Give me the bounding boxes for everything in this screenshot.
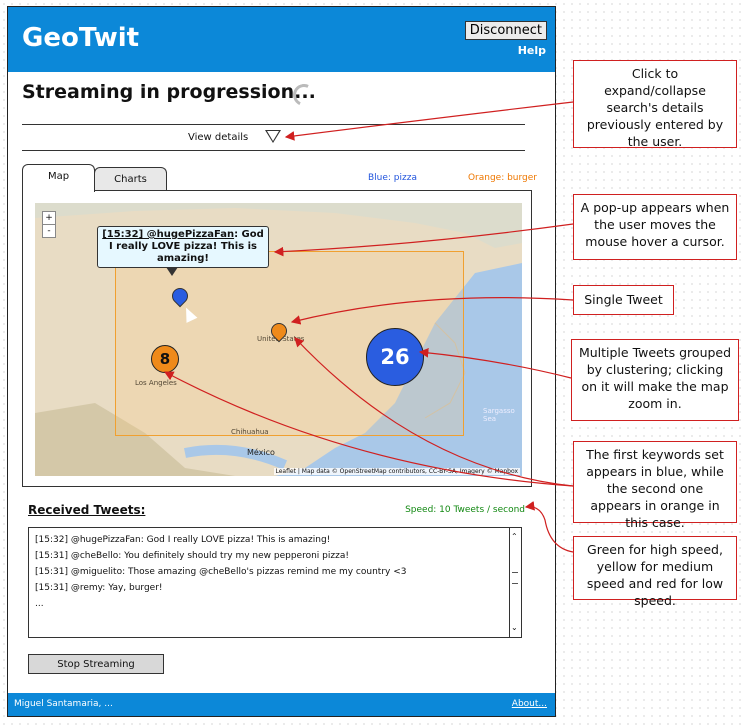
map-panel: United States Chihuahua México Los Angel…	[22, 190, 532, 487]
header-bar: GeoTwit Disconnect Help	[8, 7, 555, 72]
note-single-tweet: Single Tweet	[573, 285, 674, 315]
blue-cluster[interactable]: 26	[366, 328, 424, 386]
footer-author: Miguel Santamaria, ...	[14, 699, 113, 709]
tab-map[interactable]: Map	[22, 164, 95, 192]
note-speed-colors: Green for high speed, yellow for medium …	[573, 536, 737, 608]
divider	[22, 124, 525, 125]
tweets-list[interactable]: [15:32] @hugePizzaFan: God I really LOVE…	[28, 527, 522, 638]
footer-bar: Miguel Santamaria, ... About...	[8, 693, 555, 716]
disconnect-button[interactable]: Disconnect	[464, 21, 547, 40]
tweets-scrollbar[interactable]: ⌃ ⌄	[509, 528, 521, 637]
tweet-item: ...	[35, 599, 44, 609]
tweet-item: [15:31] @cheBello: You definitely should…	[35, 551, 349, 561]
zoom-in-button[interactable]: +	[43, 212, 55, 224]
popup-user[interactable]: [15:32] @hugePizzaFan	[102, 229, 234, 240]
map-label-sargasso: Sargasso Sea	[483, 407, 515, 423]
tweet-item: [15:31] @remy: Yay, burger!	[35, 583, 163, 593]
stop-streaming-button[interactable]: Stop Streaming	[28, 654, 164, 674]
tab-charts[interactable]: Charts	[94, 167, 167, 191]
app-window: GeoTwit Disconnect Help Streaming in pro…	[7, 6, 556, 717]
tweet-item: [15:32] @hugePizzaFan: God I really LOVE…	[35, 535, 331, 545]
note-keyword-colors: The first keywords set appears in blue, …	[573, 441, 737, 530]
expand-triangle-icon[interactable]	[265, 130, 281, 143]
note-popup: A pop-up appears when the user moves the…	[573, 194, 737, 260]
zoom-control: + -	[42, 211, 56, 238]
received-tweets-title: Received Tweets:	[28, 503, 146, 517]
speed-indicator: Speed: 10 Tweets / second	[405, 505, 525, 515]
tweet-popup: [15:32] @hugePizzaFan: God I really LOVE…	[97, 226, 269, 276]
map-view[interactable]: United States Chihuahua México Los Angel…	[35, 203, 522, 476]
scroll-down-icon[interactable]: ⌄	[511, 620, 518, 636]
legend-orange-keyword: Orange: burger	[467, 173, 537, 183]
divider	[22, 150, 525, 151]
legend-blue-keyword: Blue: pizza	[368, 173, 417, 183]
note-clustering: Multiple Tweets grouped by clustering; c…	[571, 339, 739, 421]
zoom-out-button[interactable]: -	[43, 224, 55, 237]
about-link[interactable]: About...	[512, 699, 547, 709]
map-attribution: Leaflet | Map data © OpenStreetMap contr…	[273, 468, 520, 475]
orange-cluster[interactable]: 8	[151, 345, 179, 373]
scroll-grip-icon[interactable]	[512, 572, 518, 584]
view-details-label[interactable]: View details	[188, 132, 248, 143]
scroll-up-icon[interactable]: ⌃	[511, 529, 518, 545]
help-link[interactable]: Help	[518, 44, 546, 57]
map-label-mexico: México	[247, 448, 275, 457]
streaming-status: Streaming in progression...	[22, 81, 316, 103]
note-view-details: Click to expand/collapse search's detail…	[573, 60, 737, 149]
tweet-item: [15:31] @miguelito: Those amazing @cheBe…	[35, 567, 407, 577]
app-title: GeoTwit	[22, 23, 140, 53]
